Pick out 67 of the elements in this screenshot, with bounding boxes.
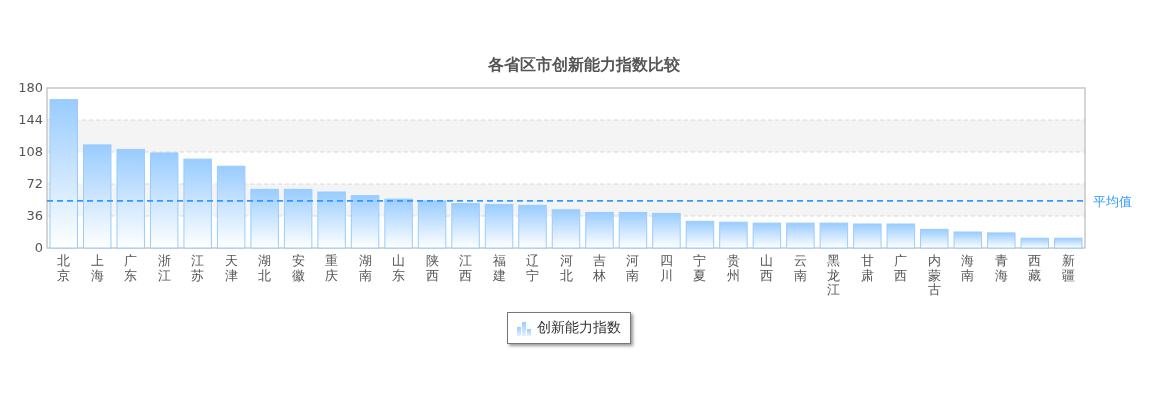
axis-label: 新疆 [1061,253,1075,283]
bar [819,222,849,249]
bar [719,221,748,249]
axis-label: 天津 [224,253,238,283]
bar [1020,237,1049,249]
bar [685,220,715,249]
bar [484,203,514,249]
bar [786,222,815,249]
bar [250,188,279,249]
axis-label: 陕西 [425,253,439,283]
axis-label: 吉林 [593,253,606,283]
axis-label: 福建 [492,253,506,283]
bar [1054,237,1083,249]
axis-label: 宁夏 [693,253,707,283]
chart-title: 各省区市创新能力指数比较 [487,54,680,75]
axis-label: 上海 [90,253,104,283]
axis-label: 180 [18,80,43,95]
legend-label: 创新能力指数 [536,319,621,337]
axis-label: 108 [18,144,43,159]
axis-label: 云南 [793,253,807,283]
axis-label: 72 [26,176,43,191]
axis-label: 江西 [459,253,473,283]
axis-label: 内蒙古 [927,253,941,297]
axis-label: 河南 [626,253,640,283]
bar [350,195,380,249]
bar [451,203,480,249]
axis-label: 北京 [57,253,71,283]
bar [551,209,581,249]
bar [652,212,681,249]
axis-label: 广西 [894,253,908,283]
axis-label: 黑龙江 [827,253,841,297]
bar [317,191,346,249]
bar [752,222,782,249]
bar [886,223,916,249]
axis-label: 湖南 [358,253,372,283]
bar [618,211,648,249]
axis-label: 山西 [760,253,774,283]
axis-label: 江苏 [191,253,205,283]
axis-label: 浙江 [157,253,171,283]
axis-label: 安徽 [291,253,305,283]
axis-label: 河北 [559,253,573,283]
bar [987,232,1016,249]
axis-label: 西藏 [1028,253,1042,283]
axis-label: 青海 [994,253,1008,283]
axis-label: 36 [26,208,43,223]
axis-label: 144 [18,112,43,127]
axis-label: 辽宁 [526,253,539,283]
axis-label: 湖北 [258,253,272,283]
axis-label: 海南 [961,253,975,283]
bar [417,200,447,249]
bar [585,211,614,249]
axis-label: 0 [34,240,43,255]
bar [518,204,547,249]
axis-label: 甘肃 [860,253,874,283]
axis-label: 广东 [124,253,138,283]
bar [920,228,949,249]
bar [953,231,983,249]
axis-label: 山东 [392,253,406,283]
bar [853,223,882,249]
bar-chart-icon [515,320,532,336]
bar [283,188,313,249]
axis-label: 重庆 [325,253,339,283]
bar [384,198,413,249]
axis-label: 四川 [659,253,673,283]
axis-label: 贵州 [726,253,740,283]
legend[interactable]: 创新能力指数 [506,312,631,344]
average-label: 平均值 [1093,193,1132,209]
